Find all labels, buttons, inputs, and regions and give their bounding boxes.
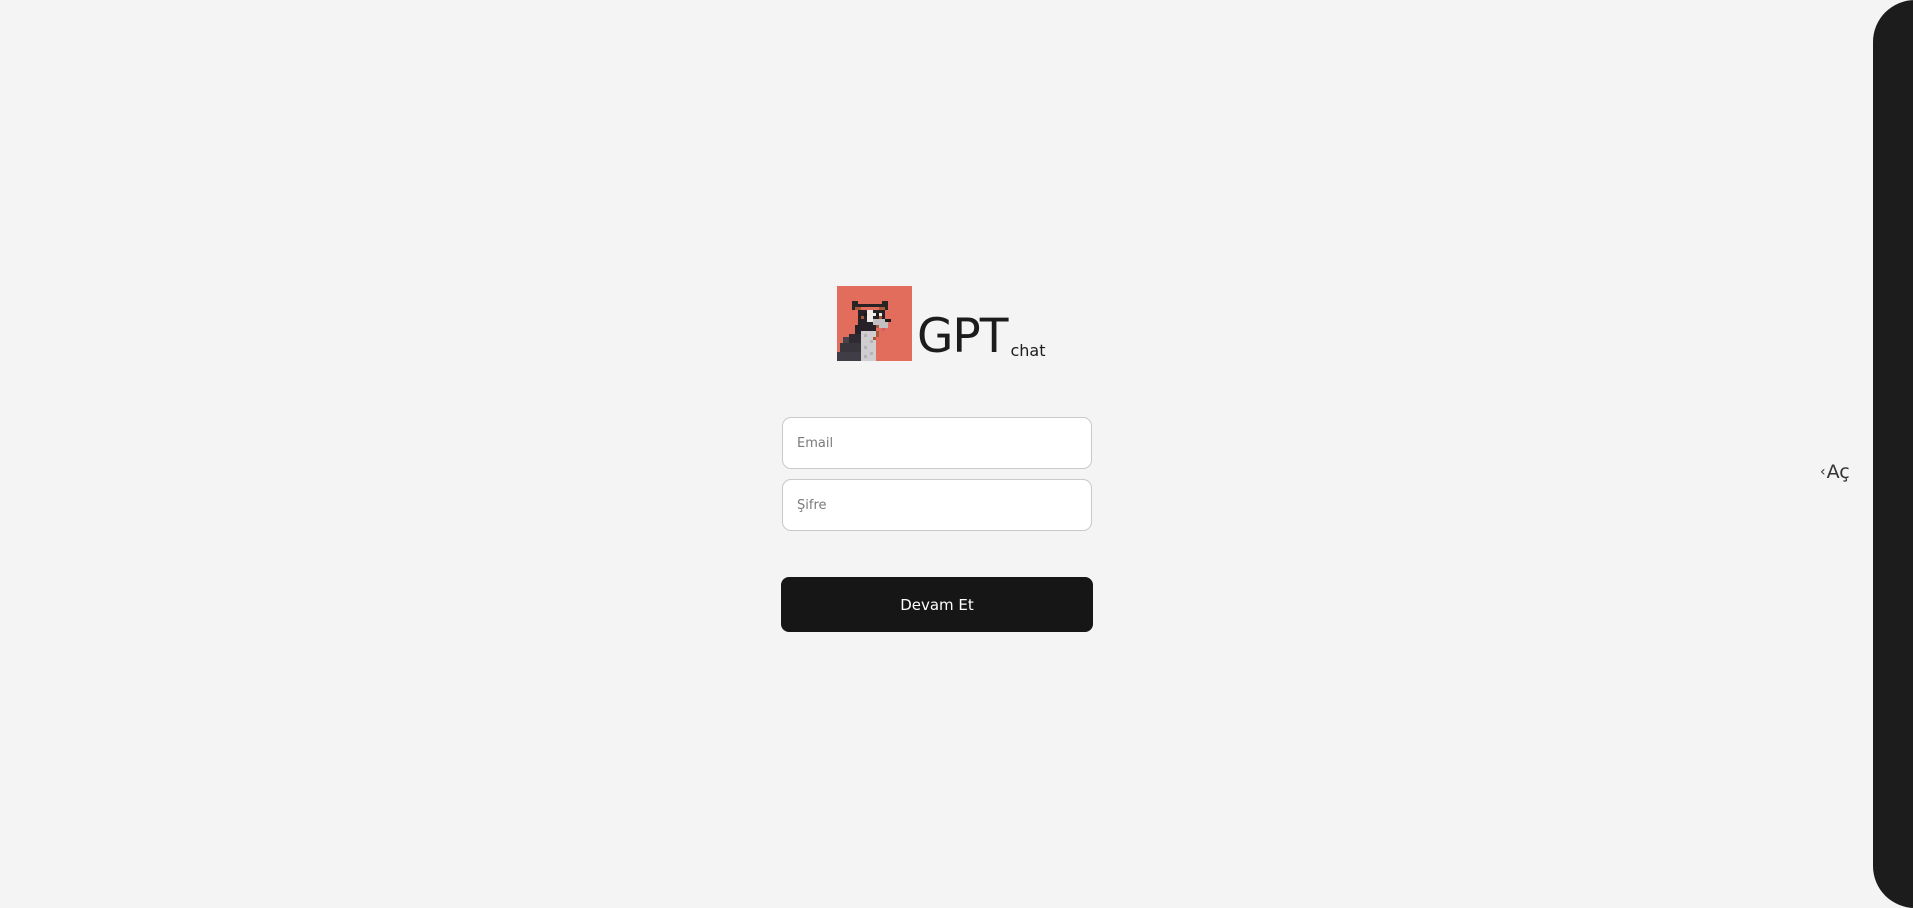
pixel-dog-logo-icon: [837, 286, 912, 361]
brand-subtitle: chat: [1010, 341, 1046, 360]
sidebar-open-toggle[interactable]: ‹ Aç: [1820, 459, 1850, 485]
side-panel: [1873, 0, 1913, 908]
sidebar-open-label: Aç: [1826, 461, 1850, 483]
brand-header: GPT chat: [837, 286, 1046, 361]
password-field[interactable]: [782, 479, 1092, 531]
chevron-left-icon: ‹: [1820, 464, 1826, 480]
email-field[interactable]: [782, 417, 1092, 469]
continue-button[interactable]: Devam Et: [781, 577, 1093, 632]
brand-title: GPT: [917, 309, 1008, 364]
